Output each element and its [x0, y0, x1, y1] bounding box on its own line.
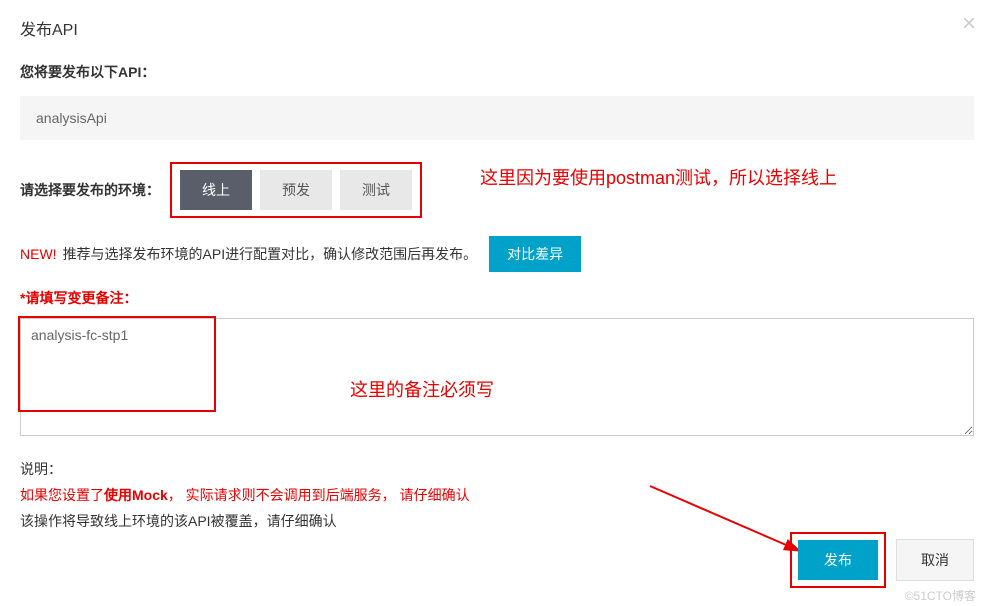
- cancel-button[interactable]: 取消: [896, 539, 974, 581]
- mock-warning-prefix: 如果您设置了: [20, 487, 104, 503]
- mock-warning-suffix: ， 实际请求则不会调用到后端服务， 请仔细确认: [168, 487, 470, 503]
- modal-footer: 发布 取消: [790, 532, 974, 588]
- remark-textarea[interactable]: [20, 318, 974, 436]
- environment-row: 请选择要发布的环境： 线上 预发 测试 这里因为要使用postman测试，所以选…: [20, 162, 974, 218]
- environment-label: 请选择要发布的环境：: [20, 180, 160, 200]
- api-name-display: analysisApi: [20, 96, 974, 140]
- mock-warning-bold: 使用Mock: [104, 487, 168, 503]
- compare-diff-button[interactable]: 对比差异: [489, 236, 581, 272]
- modal-body: 您将要发布以下API： analysisApi 请选择要发布的环境： 线上 预发…: [0, 52, 994, 541]
- new-badge: NEW!: [20, 246, 57, 262]
- publish-api-label: 您将要发布以下API：: [20, 62, 974, 82]
- env-pre-button[interactable]: 预发: [260, 170, 332, 210]
- close-icon[interactable]: ×: [962, 12, 976, 36]
- publish-button-highlight: 发布: [790, 532, 886, 588]
- modal-header: 发布API ×: [0, 0, 994, 52]
- compare-text: 推荐与选择发布环境的API进行配置对比，确认修改范围后再发布。: [63, 244, 478, 264]
- overwrite-warning: 该操作将导致线上环境的该API被覆盖，请仔细确认: [20, 511, 974, 531]
- annotation-remark-note: 这里的备注必须写: [350, 376, 494, 402]
- env-test-button[interactable]: 测试: [340, 170, 412, 210]
- modal-title: 发布API: [20, 16, 974, 40]
- annotation-env-note: 这里因为要使用postman测试，所以选择线上: [480, 164, 837, 190]
- env-online-button[interactable]: 线上: [180, 170, 252, 210]
- mock-warning: 如果您设置了使用Mock， 实际请求则不会调用到后端服务， 请仔细确认: [20, 485, 974, 505]
- description-label: 说明：: [20, 459, 974, 479]
- remark-textarea-wrapper: 这里的备注必须写: [20, 318, 974, 439]
- publish-button[interactable]: 发布: [798, 540, 878, 580]
- publish-api-modal: 发布API × 您将要发布以下API： analysisApi 请选择要发布的环…: [0, 0, 994, 606]
- environment-buttons-highlight: 线上 预发 测试: [170, 162, 422, 218]
- remark-label: 请填写变更备注：: [20, 288, 974, 308]
- watermark: ©51CTO博客: [905, 587, 976, 604]
- compare-row: NEW! 推荐与选择发布环境的API进行配置对比，确认修改范围后再发布。 对比差…: [20, 236, 974, 272]
